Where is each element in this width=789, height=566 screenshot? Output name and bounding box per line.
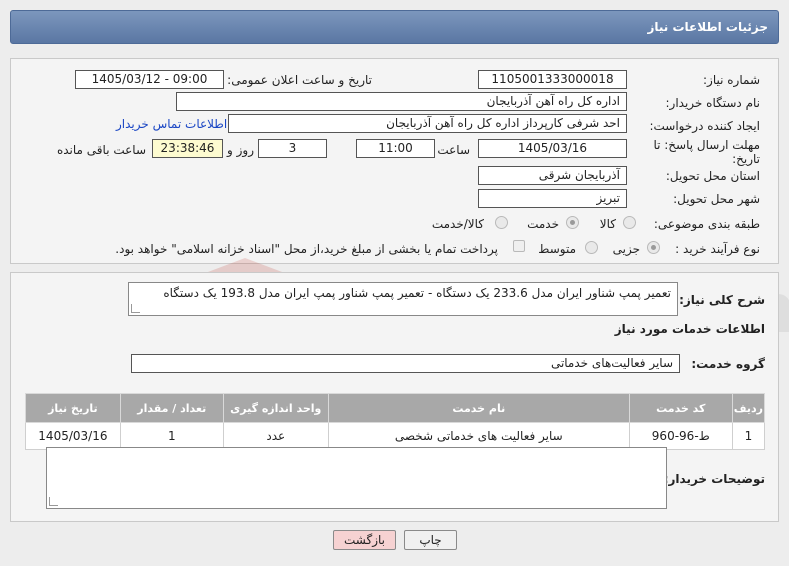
creator-label: ایجاد کننده درخواست: (649, 119, 760, 133)
deadline-time-field: 11:00 (356, 139, 435, 158)
days-field: 3 (258, 139, 327, 158)
creator-field: احد شرفی کارپرداز اداره کل راه آهن آذربا… (228, 114, 627, 133)
service-group-label: گروه خدمت: (691, 357, 765, 371)
summary-textarea[interactable]: تعمیر پمپ شناور ایران مدل 233.6 یک دستگا… (128, 282, 678, 316)
cell-service-code: ط-96-960 (628, 422, 733, 450)
need-number-field: 1105001333000018 (478, 70, 627, 89)
resize-grip-icon[interactable] (49, 497, 58, 506)
process-option-minor: جزیی (612, 242, 640, 256)
treasury-payment-note: پرداخت تمام یا بخشی از مبلغ خرید،از محل … (115, 242, 498, 256)
cell-quantity: 1 (119, 422, 224, 450)
col-row-number: ردیف (731, 393, 766, 423)
treasury-payment-checkbox[interactable] (513, 240, 525, 252)
services-table: ردیف کد خدمت نام خدمت واحد اندازه گیری ت… (25, 393, 766, 450)
buyer-contact-link[interactable]: اطلاعات تماس خریدار (116, 117, 227, 131)
days-label: روز و (227, 143, 254, 157)
remaining-time-label: ساعت باقی مانده (56, 143, 146, 157)
col-need-date: تاریخ نیاز (25, 393, 121, 423)
province-field: آذربایجان شرقی (478, 166, 627, 185)
process-label: نوع فرآیند خرید : (675, 242, 760, 256)
table-header-row: ردیف کد خدمت نام خدمت واحد اندازه گیری ت… (25, 393, 766, 423)
cell-need-date: 1405/03/16 (25, 422, 121, 450)
col-service-name: نام خدمت (327, 393, 630, 423)
page-header: جزئیات اطلاعات نیاز (10, 10, 779, 44)
buyer-org-field: اداره کل راه آهن آذربایجان (176, 92, 627, 111)
resize-grip-icon[interactable] (131, 304, 140, 313)
process-radio-medium[interactable] (585, 241, 598, 254)
print-button[interactable]: چاپ (404, 530, 457, 550)
col-quantity: تعداد / مقدار (119, 393, 224, 423)
summary-label: شرح کلی نیاز: (679, 293, 765, 307)
province-label: استان محل تحویل: (665, 169, 760, 183)
category-option-service: خدمت (527, 217, 559, 231)
deadline-time-label: ساعت (437, 143, 470, 157)
cell-row-number: 1 (731, 422, 766, 450)
cell-unit: عدد (222, 422, 329, 450)
page-title: جزئیات اطلاعات نیاز (647, 20, 768, 34)
table-row: 1 ط-96-960 سایر فعالیت های خدماتی شخصی ع… (25, 422, 766, 450)
deadline-label-date: تاریخ: (732, 152, 760, 166)
category-radio-goods[interactable] (623, 216, 636, 229)
col-unit: واحد اندازه گیری (222, 393, 329, 423)
cell-service-name: سایر فعالیت های خدماتی شخصی (327, 422, 630, 450)
city-label: شهر محل تحویل: (673, 192, 760, 206)
service-group-field: سایر فعالیت‌های خدماتی (131, 354, 680, 373)
city-field: تبریز (478, 189, 627, 208)
process-radio-minor[interactable] (647, 241, 660, 254)
buyer-notes-textarea[interactable] (46, 447, 667, 509)
buyer-notes-label: توضیحات خریدار: (663, 472, 765, 486)
need-number-label: شماره نیاز: (703, 73, 760, 87)
category-radio-service[interactable] (566, 216, 579, 229)
back-button[interactable]: بازگشت (333, 530, 396, 550)
category-option-goods-service: کالا/خدمت (431, 217, 484, 231)
category-label: طبقه بندی موضوعی: (653, 217, 760, 231)
category-radio-goods-service[interactable] (495, 216, 508, 229)
announce-datetime-field: 1405/03/12 - 09:00 (75, 70, 224, 89)
col-service-code: کد خدمت (628, 393, 733, 423)
deadline-label: مهلت ارسال پاسخ: تا (653, 138, 760, 152)
process-option-medium: متوسط (538, 242, 576, 256)
services-heading: اطلاعات خدمات مورد نیاز (614, 322, 765, 336)
summary-text: تعمیر پمپ شناور ایران مدل 233.6 یک دستگا… (163, 286, 671, 300)
category-option-goods: کالا (599, 217, 616, 231)
remaining-time-field: 23:38:46 (152, 139, 223, 158)
deadline-date-field: 1405/03/16 (478, 139, 627, 158)
announce-datetime-label: تاریخ و ساعت اعلان عمومی: (227, 73, 372, 87)
buyer-org-label: نام دستگاه خریدار: (665, 96, 761, 110)
